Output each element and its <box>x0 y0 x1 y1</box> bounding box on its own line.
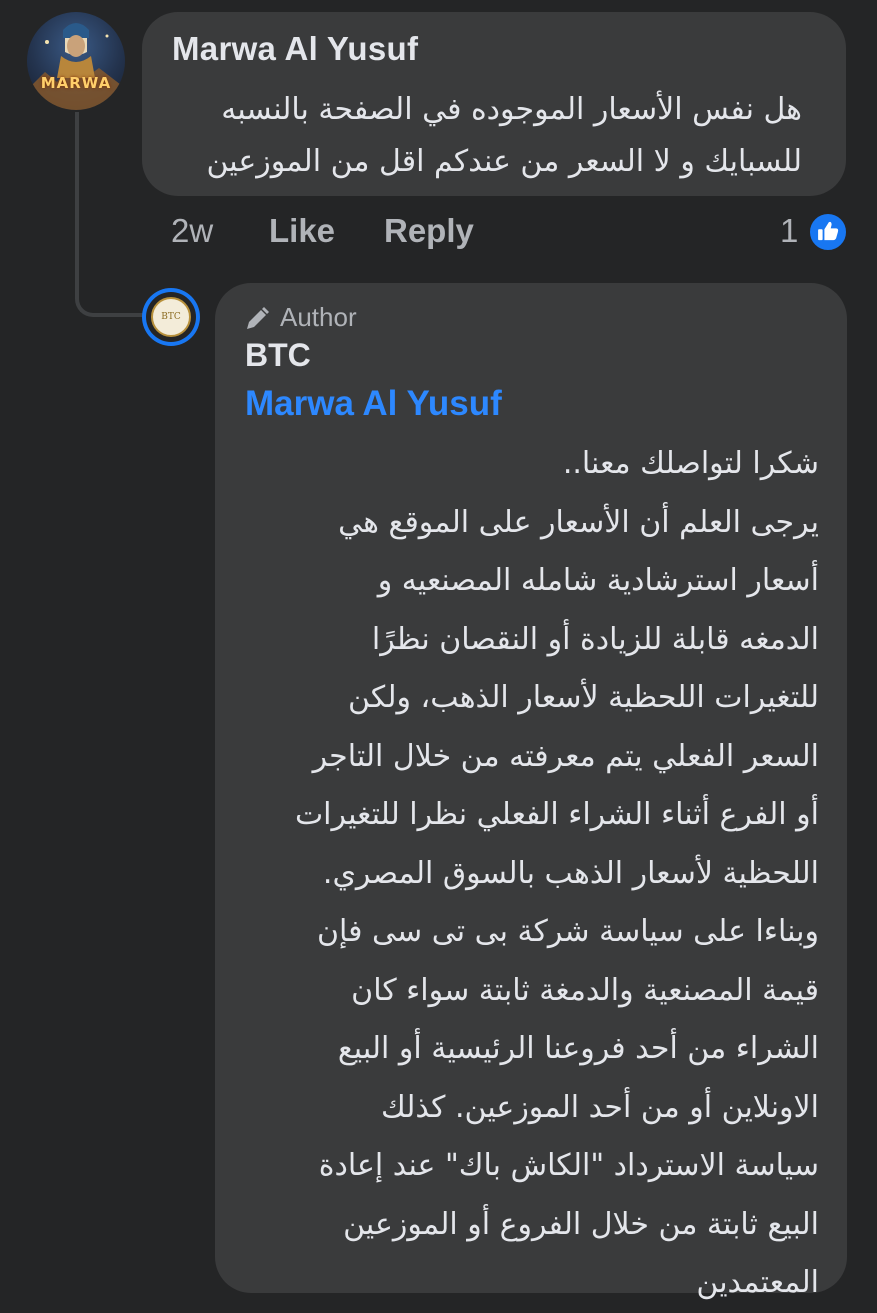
reply-text-line: يرجى العلم أن الأسعار على الموقع هي <box>338 504 819 540</box>
btc-logo: BTC <box>151 297 191 337</box>
comment-text-line: هل نفس الأسعار الموجوده في الصفحة بالنسب… <box>221 92 802 127</box>
comment-text: هل نفس الأسعار الموجوده في الصفحة بالنسب… <box>162 84 802 188</box>
reply-text-line: البيع ثابتة من خلال الفروع أو الموزعين <box>343 1206 819 1242</box>
reply-text-line: قيمة المصنعية والدمغة ثابتة سواء كان <box>351 972 819 1008</box>
reply-text-line: السعر الفعلي يتم معرفته من خلال التاجر <box>312 738 819 774</box>
reply-text-line: أو الفرع أثناء الشراء الفعلي نظرا للتغير… <box>294 797 819 832</box>
reply-text-line: الشراء من أحد فروعنا الرئيسية أو البيع <box>337 1031 819 1066</box>
reply-button[interactable]: Reply <box>384 212 474 250</box>
author-avatar[interactable]: BTC <box>142 288 200 346</box>
reply-text-line: اللحظية لأسعار الذهب بالسوق المصري. <box>322 855 819 891</box>
pencil-icon <box>247 307 269 329</box>
reply-thread-line <box>75 112 145 317</box>
reply-text-line: أسعار استرشادية شامله المصنعيه و <box>377 563 819 598</box>
comment-bubble: Marwa Al Yusuf هل نفس الأسعار الموجوده ف… <box>142 12 846 196</box>
reply-author-name[interactable]: BTC <box>245 337 311 374</box>
avatar-portrait-icon <box>27 23 125 110</box>
commenter-avatar[interactable]: MARWA <box>27 12 125 110</box>
reply-text-line: وبناءا على سياسة شركة بى تى سى فإن <box>316 914 819 949</box>
reply-text-line: سياسة الاسترداد "الكاش باك" عند إعادة <box>318 1148 819 1183</box>
avatar-logo-text: MARWA <box>40 74 112 92</box>
reply-text-line: المعتمدين <box>696 1265 819 1300</box>
author-badge-label: Author <box>280 302 357 332</box>
like-thumb-icon[interactable] <box>808 212 848 252</box>
reply-text: شكرا لتواصلك معنا.. يرجى العلم أن الأسعا… <box>235 435 819 1313</box>
reaction-count[interactable]: 1 <box>780 212 798 250</box>
reply-text-line: الدمغه قابلة للزيادة أو النقصان نظرًا <box>371 621 819 657</box>
comment-text-line: للسبايك و لا السعر من عندكم اقل من الموز… <box>206 144 802 179</box>
mention-link[interactable]: Marwa Al Yusuf <box>245 384 502 424</box>
reply-text-line: شكرا لتواصلك معنا.. <box>562 446 819 481</box>
comment-timestamp[interactable]: 2w <box>171 212 213 250</box>
like-button[interactable]: Like <box>269 212 335 250</box>
comment-author-name[interactable]: Marwa Al Yusuf <box>172 30 418 68</box>
reply-text-line: للتغيرات اللحظية لأسعار الذهب، ولكن <box>347 680 819 715</box>
reply-text-line: الاونلاين أو من أحد الموزعين. كذلك <box>381 1089 819 1125</box>
